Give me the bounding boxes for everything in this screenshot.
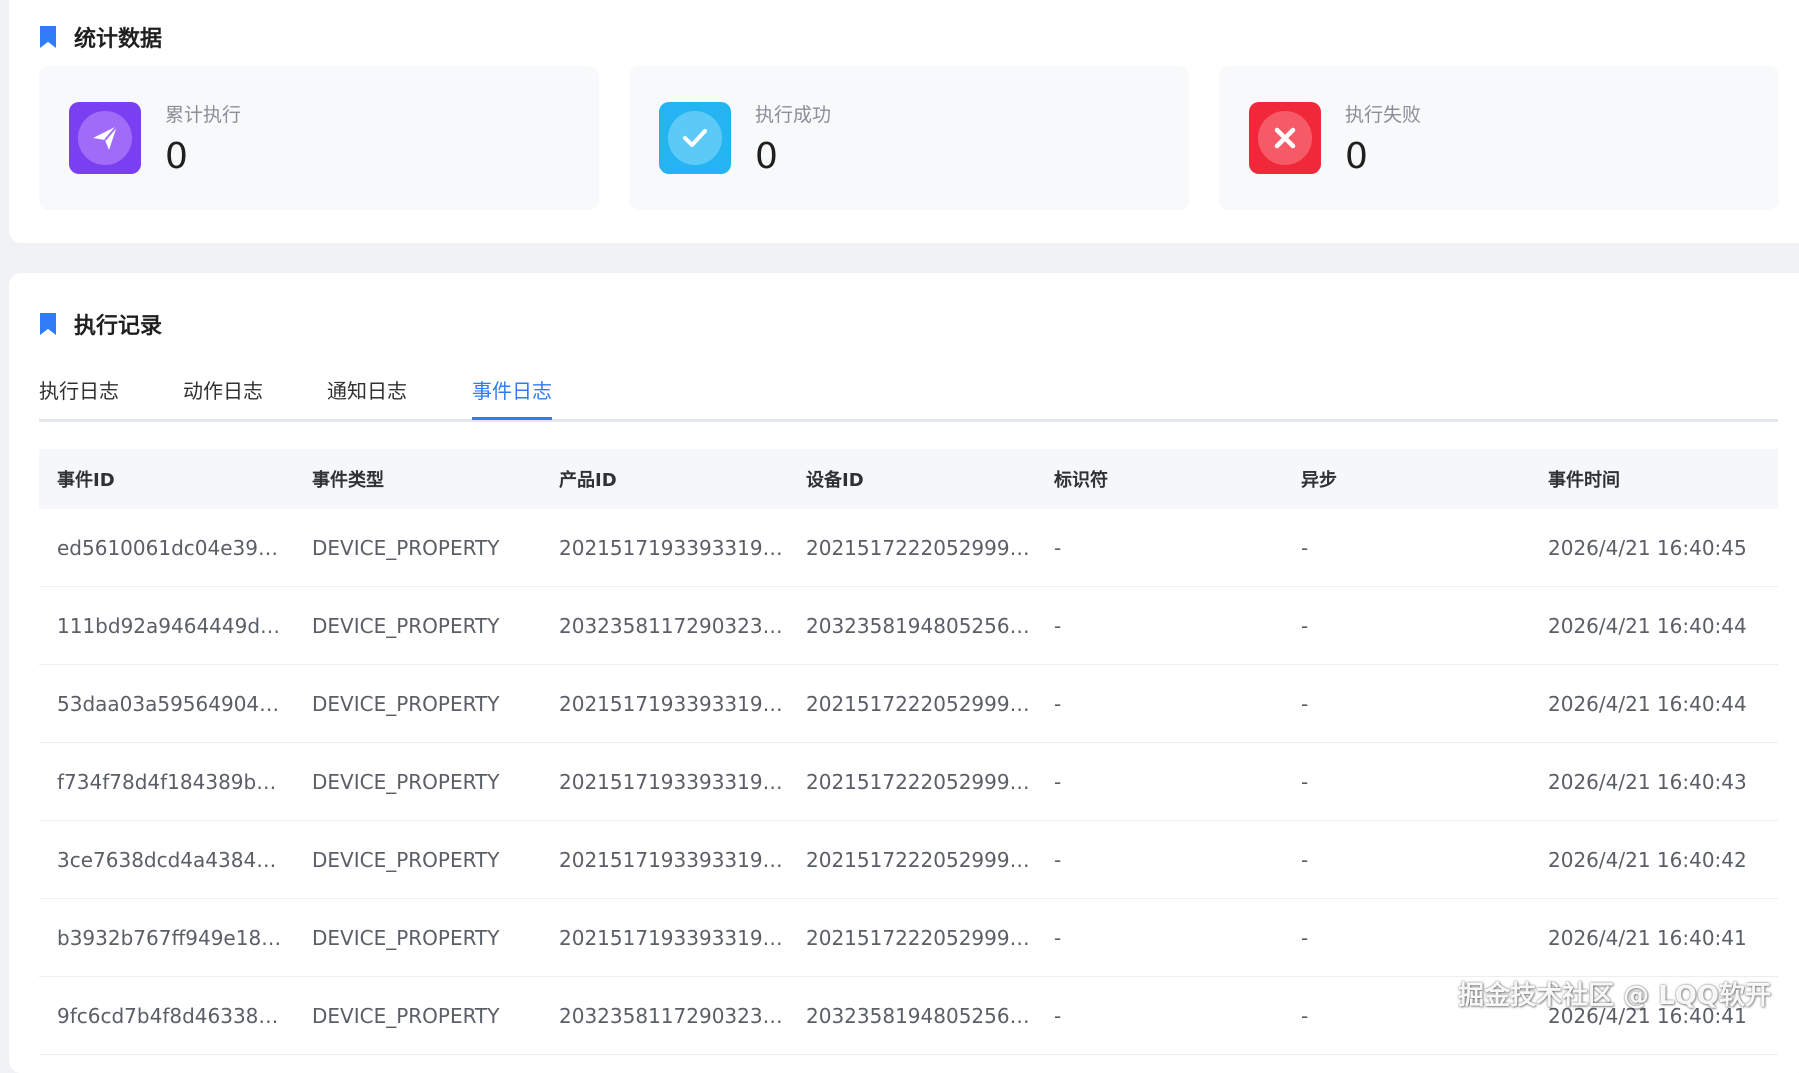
device-id-cell: 2032358194805256… [788,976,1036,1055]
stat-failure: 执行失败 0 [1219,66,1779,210]
event-time-cell: 2026/4/21 16:40:45 [1530,509,1778,587]
event-id-cell: 53daa03a59564904… [39,664,294,743]
table-row[interactable]: ed5610061dc04e39… DEVICE_PROPERTY 20215171… [39,509,1778,587]
paper-plane-icon [69,102,141,174]
identifier-cell: - [1036,509,1283,587]
device-id-cell: 2021517222052999… [788,509,1036,587]
event-id-cell: 9fc6cd7b4f8d46338… [39,976,294,1055]
tab-notification-log[interactable]: 通知日志 [327,371,407,417]
table-row[interactable]: 111bd92a9464449d… DEVICE_PROPERTY 20323581… [39,586,1778,665]
event-time-cell: 2026/4/21 16:40:44 [1530,586,1778,665]
event-time-cell: 2026/4/21 16:40:42 [1530,820,1778,899]
table-row[interactable]: b3932b767ff949e18… DEVICE_PROPERTY 2021517… [39,898,1778,977]
stat-value: 0 [165,136,188,177]
device-id-cell: 2021517222052999… [788,664,1036,743]
identifier-cell: - [1036,820,1283,899]
async-cell: - [1283,742,1530,821]
column-header-device-id[interactable]: 设备ID [788,449,1036,509]
event-id-cell: 111bd92a9464449d… [39,586,294,665]
records-card: 执行记录 执行日志 动作日志 通知日志 事件日志 事件ID 事件类型 产品ID … [9,273,1799,1073]
stat-label: 累计执行 [165,104,242,126]
stat-success: 执行成功 0 [629,66,1189,210]
table-row[interactable]: 53daa03a59564904… DEVICE_PROPERTY 20215171… [39,664,1778,743]
identifier-cell: - [1036,586,1283,665]
stat-label: 执行失败 [1345,104,1422,126]
event-id-cell: b3932b767ff949e18… [39,898,294,977]
product-id-cell: 2021517193393319… [541,742,788,821]
product-id-cell: 2021517193393319… [541,664,788,743]
stat-value: 0 [755,136,778,177]
event-type-cell: DEVICE_PROPERTY [294,664,541,743]
device-id-cell: 2021517222052999… [788,820,1036,899]
stats-card: 统计数据 累计执行 0 执行成功 0 执行失败 0 [9,0,1799,243]
event-time-cell: 2026/4/21 16:40:43 [1530,742,1778,821]
product-id-cell: 2021517193393319… [541,820,788,899]
identifier-cell: - [1036,742,1283,821]
device-id-cell: 2032358194805256… [788,586,1036,665]
event-type-cell: DEVICE_PROPERTY [294,898,541,977]
product-id-cell: 2021517193393319… [541,898,788,977]
event-type-cell: DEVICE_PROPERTY [294,586,541,665]
stats-title: 统计数据 [74,27,163,52]
event-type-cell: DEVICE_PROPERTY [294,820,541,899]
close-icon [1249,102,1321,174]
identifier-cell: - [1036,898,1283,977]
log-tabs: 执行日志 动作日志 通知日志 事件日志 [39,371,1778,422]
stat-label: 执行成功 [755,104,832,126]
column-header-async[interactable]: 异步 [1283,449,1530,509]
async-cell: - [1283,664,1530,743]
event-type-cell: DEVICE_PROPERTY [294,509,541,587]
event-type-cell: DEVICE_PROPERTY [294,976,541,1055]
stat-value: 0 [1345,136,1368,177]
check-icon [659,102,731,174]
product-id-cell: 2032358117290323… [541,976,788,1055]
product-id-cell: 2021517193393319… [541,509,788,587]
event-id-cell: ed5610061dc04e39… [39,509,294,587]
event-id-cell: 3ce7638dcd4a4384… [39,820,294,899]
device-id-cell: 2021517222052999… [788,742,1036,821]
async-cell: - [1283,509,1530,587]
table-header-row: 事件ID 事件类型 产品ID 设备ID 标识符 异步 事件时间 [39,449,1778,509]
stats-header: 统计数据 [40,21,162,53]
tab-execution-log[interactable]: 执行日志 [39,371,119,417]
records-title: 执行记录 [74,314,163,339]
column-header-event-type[interactable]: 事件类型 [294,449,541,509]
async-cell: - [1283,820,1530,899]
event-type-cell: DEVICE_PROPERTY [294,742,541,821]
column-header-event-id[interactable]: 事件ID [39,449,294,509]
records-header: 执行记录 [40,308,162,340]
event-time-cell: 2026/4/21 16:40:44 [1530,664,1778,743]
table-row[interactable]: f734f78d4f184389b… DEVICE_PROPERTY 2021517… [39,742,1778,821]
async-cell: - [1283,898,1530,977]
bookmark-icon [40,313,56,335]
device-id-cell: 2021517222052999… [788,898,1036,977]
event-id-cell: f734f78d4f184389b… [39,742,294,821]
stat-total-executions: 累计执行 0 [39,66,599,210]
column-header-event-time[interactable]: 事件时间 [1530,449,1778,509]
table-row[interactable]: 3ce7638dcd4a4384… DEVICE_PROPERTY 20215171… [39,820,1778,899]
bookmark-icon [40,26,56,48]
tab-event-log[interactable]: 事件日志 [472,371,552,420]
identifier-cell: - [1036,976,1283,1055]
column-header-identifier[interactable]: 标识符 [1036,449,1283,509]
tab-action-log[interactable]: 动作日志 [183,371,263,417]
event-log-table: 事件ID 事件类型 产品ID 设备ID 标识符 异步 事件时间 ed561006… [39,449,1778,1055]
event-time-cell: 2026/4/21 16:40:41 [1530,898,1778,977]
product-id-cell: 2032358117290323… [541,586,788,665]
async-cell: - [1283,586,1530,665]
watermark: 掘金技术社区 @ LQQ软开 [1458,981,1771,1011]
column-header-product-id[interactable]: 产品ID [541,449,788,509]
identifier-cell: - [1036,664,1283,743]
